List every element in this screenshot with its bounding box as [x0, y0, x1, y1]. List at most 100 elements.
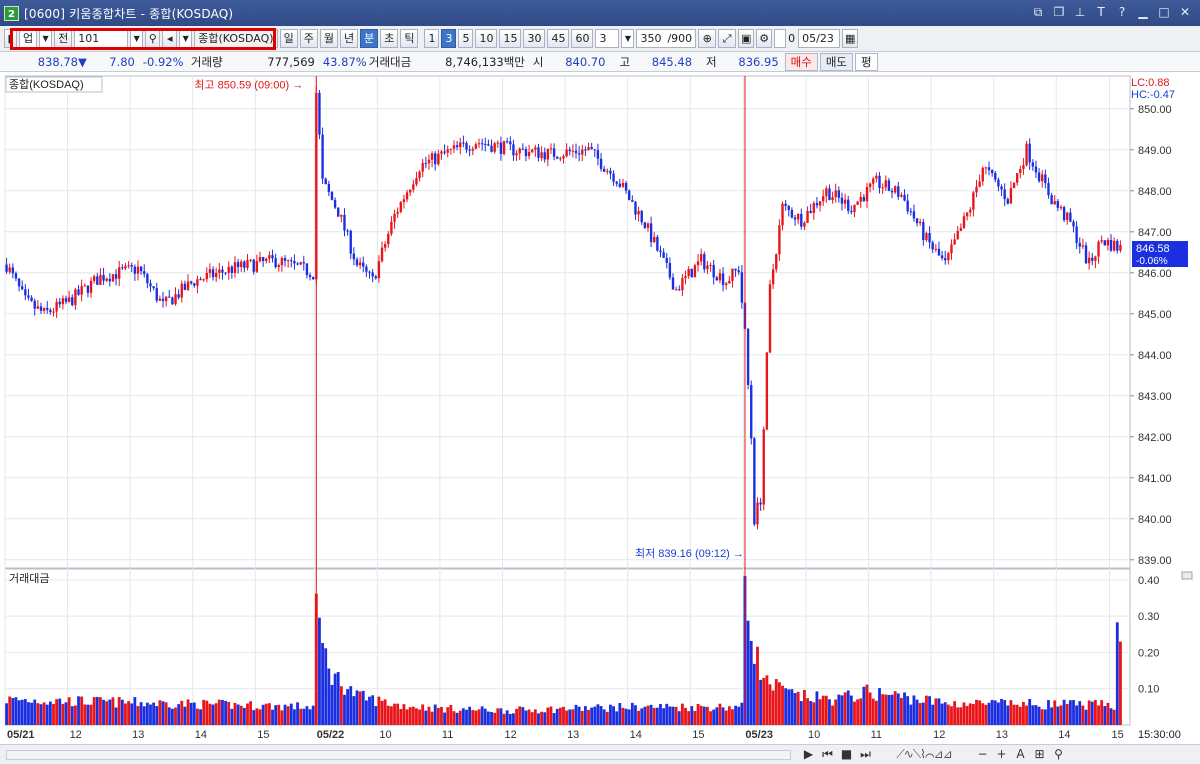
volume-bar: [468, 706, 472, 725]
gear-icon[interactable]: ⚙: [756, 29, 773, 48]
volume-bar: [42, 702, 46, 725]
candle-body: [211, 269, 215, 278]
x-tick-label: 15: [1111, 729, 1123, 741]
candle-body: [14, 273, 18, 279]
candle-body: [27, 295, 30, 298]
candle-body: [1034, 166, 1038, 173]
volume-bar: [993, 700, 997, 725]
text-icon[interactable]: T: [1094, 4, 1108, 20]
minute-10-button[interactable]: 10: [475, 29, 498, 48]
copy-icon[interactable]: ❐: [1052, 4, 1066, 20]
volume-bar: [139, 702, 143, 725]
candle-body: [950, 244, 953, 254]
fast-forward-icon[interactable]: ⏭: [857, 746, 874, 763]
average-button[interactable]: 평: [854, 52, 878, 71]
candle-body: [233, 262, 237, 273]
interval-dropdown-icon[interactable]: ▼: [621, 29, 635, 48]
minute-5-button[interactable]: 5: [458, 29, 474, 48]
option-checkbox[interactable]: [774, 29, 787, 48]
buy-button[interactable]: 매수: [784, 52, 818, 71]
help-icon[interactable]: ?: [1115, 4, 1129, 20]
volume-bar: [784, 688, 788, 725]
crosshair-tool-icon[interactable]: ⊕: [698, 29, 717, 48]
volume-bar: [1093, 699, 1097, 725]
candle-body: [1019, 169, 1022, 174]
candle-body: [959, 227, 963, 232]
plus-icon[interactable]: +: [993, 746, 1010, 763]
period-second-button[interactable]: 초: [380, 29, 399, 48]
candle-body: [186, 281, 190, 290]
grid-icon[interactable]: ⊞: [1031, 746, 1048, 763]
magnifier-icon[interactable]: ⚲: [1050, 746, 1067, 763]
volume-bar: [1106, 702, 1110, 725]
volume-bar: [343, 694, 346, 725]
volume-bar: [496, 708, 500, 725]
volume-bar: [399, 709, 403, 725]
candle-body: [164, 296, 168, 301]
period-week-button[interactable]: 주: [299, 29, 318, 48]
date-input[interactable]: 05/23: [798, 29, 841, 48]
period-month-button[interactable]: 월: [319, 29, 338, 48]
amount-label: 거래대금: [368, 54, 412, 69]
volume-bar: [436, 707, 440, 725]
drawing-tools-strip[interactable]: ⟋∿⟍⌇⌒⊿⊿: [876, 746, 972, 763]
volume-bar: [734, 705, 737, 725]
volume-bar: [721, 707, 725, 725]
save-icon[interactable]: ▣: [738, 29, 755, 48]
minute-15-button[interactable]: 15: [499, 29, 522, 48]
volume-bar: [230, 708, 234, 725]
volume-bar: [803, 689, 806, 725]
minute-30-button[interactable]: 30: [523, 29, 546, 48]
volume-bar: [386, 705, 390, 725]
volume-bar: [1028, 698, 1032, 725]
minus-icon[interactable]: −: [974, 746, 991, 763]
font-icon[interactable]: A: [1012, 746, 1029, 763]
candle-body: [928, 233, 931, 243]
trend-tool-icon[interactable]: ⤢: [718, 29, 737, 48]
chart-area[interactable]: 최고 850.59 (09:00) → 최저 839.16 (09:12) → 0…: [0, 72, 1200, 742]
volume-bar: [843, 692, 847, 725]
pin-icon[interactable]: ⊥: [1073, 4, 1087, 20]
stop-icon[interactable]: ■: [838, 746, 855, 763]
count-input[interactable]: 350: [636, 29, 665, 48]
period-day-button[interactable]: 일: [279, 29, 298, 48]
interval-input[interactable]: 3: [595, 29, 620, 48]
rewind-icon[interactable]: ⏮: [819, 746, 836, 763]
minute-45-button[interactable]: 45: [547, 29, 570, 48]
minute-60-button[interactable]: 60: [571, 29, 594, 48]
period-year-button[interactable]: 년: [339, 29, 359, 48]
close-icon[interactable]: ✕: [1178, 4, 1192, 20]
sell-button[interactable]: 매도: [819, 52, 853, 71]
chart-svg[interactable]: 최고 850.59 (09:00) → 최저 839.16 (09:12) → 0…: [0, 72, 1200, 742]
volume-bar: [48, 701, 52, 725]
candle-body: [740, 272, 744, 303]
period-tick-button[interactable]: 틱: [400, 29, 419, 48]
volume-bar: [77, 696, 80, 725]
minute-1-button[interactable]: 1: [424, 29, 440, 48]
candle-body: [377, 261, 381, 279]
candle-body: [975, 186, 978, 193]
volume-bar: [884, 694, 888, 725]
x-tick-label: 13: [996, 729, 1008, 741]
minute-3-button[interactable]: 3: [441, 29, 457, 48]
candle-body: [822, 196, 825, 202]
link-icon[interactable]: ⧉: [1031, 4, 1045, 20]
minimize-icon[interactable]: ▁: [1136, 4, 1150, 20]
candle-body: [665, 257, 668, 263]
candle-body: [1053, 201, 1056, 205]
calendar-icon[interactable]: ▦: [842, 29, 859, 48]
volume-bar: [787, 689, 791, 725]
panel-collapse-icon[interactable]: [1181, 571, 1193, 580]
period-minute-button[interactable]: 분: [360, 29, 379, 48]
volume-bar: [111, 697, 115, 725]
play-next-icon[interactable]: ▶: [800, 746, 817, 763]
candle-body: [725, 283, 728, 286]
volume-bar: [1053, 700, 1057, 725]
horizontal-scrollbar[interactable]: [6, 750, 791, 760]
candle-body: [143, 271, 146, 275]
volume-bar: [621, 707, 625, 725]
candle-body: [21, 286, 24, 290]
maximize-icon[interactable]: □: [1157, 4, 1171, 20]
candle-body: [290, 260, 293, 262]
volume-bar: [577, 706, 581, 725]
